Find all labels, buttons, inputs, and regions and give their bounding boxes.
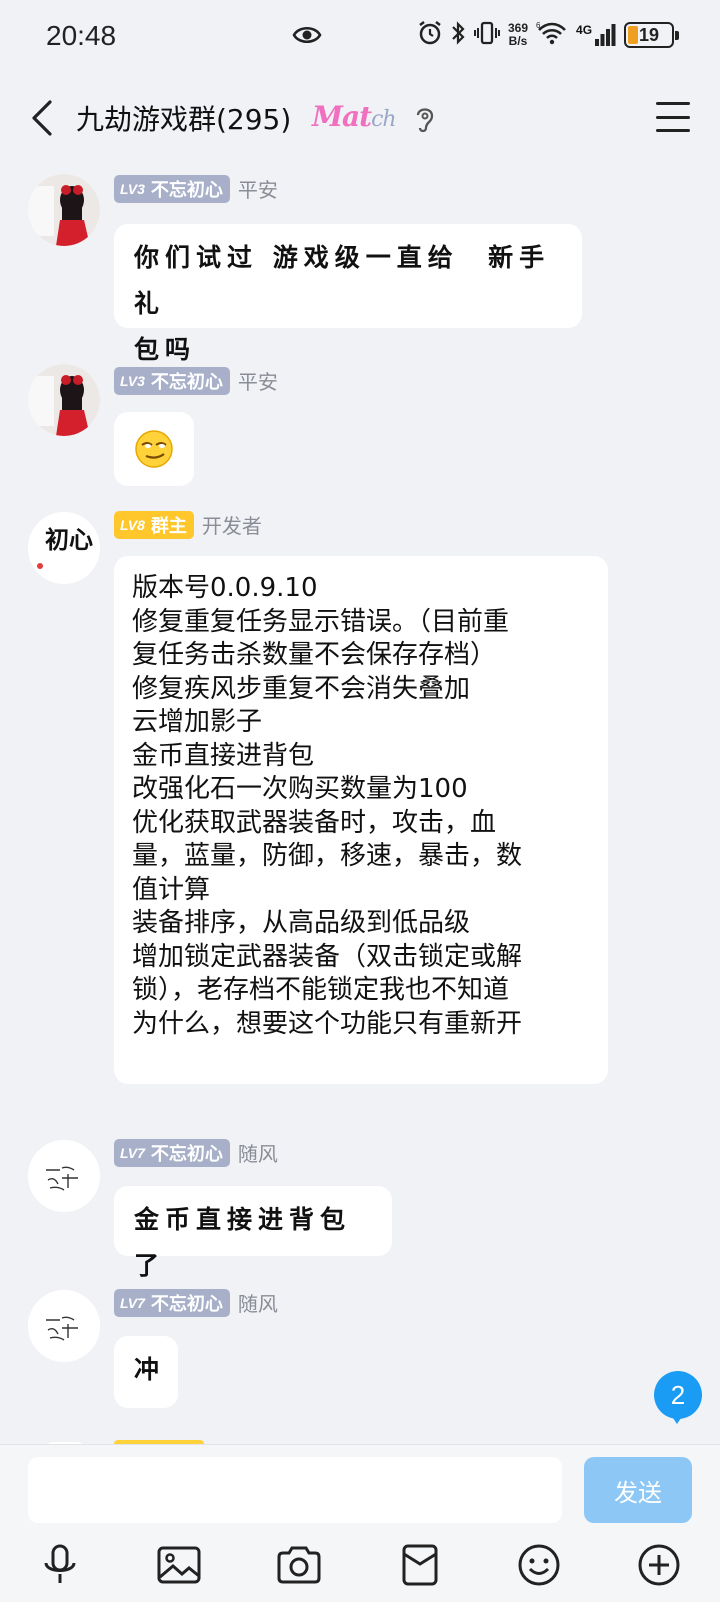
avatar[interactable] xyxy=(28,1290,100,1362)
member-title: 不忘初心 xyxy=(150,371,223,393)
emoji-icon xyxy=(518,1544,560,1586)
back-button[interactable] xyxy=(22,96,62,140)
menu-icon-line xyxy=(656,115,690,119)
member-title: 群主 xyxy=(150,515,187,537)
message-bubble[interactable]: 金币直接进背包了 xyxy=(114,1186,392,1280)
bluetooth-icon xyxy=(450,20,466,50)
status-bar: 20:48 369 B/s 6 4G 19 xyxy=(0,0,720,76)
match-logo: Match xyxy=(312,100,397,133)
red-packet-icon xyxy=(402,1544,438,1586)
plus-icon xyxy=(638,1544,680,1586)
sender-nickname: 随风 xyxy=(237,1142,278,1166)
sender-nickname: 开发者 xyxy=(201,514,262,538)
sender-line: LV3 不忘初心 平安 xyxy=(114,174,278,203)
menu-icon-line xyxy=(656,102,690,105)
level-badge: LV3 不忘初心 xyxy=(114,366,230,395)
sender-line: LV8 群主 开发者 xyxy=(114,510,262,539)
menu-icon-line xyxy=(656,129,690,132)
image-button[interactable] xyxy=(151,1537,207,1593)
level-text: LV7 xyxy=(120,1294,145,1311)
status-time: 20:48 xyxy=(46,20,117,51)
chat-title[interactable]: 九劫游戏群(295) xyxy=(76,98,291,138)
battery-level: 19 xyxy=(639,24,660,45)
camera-icon xyxy=(277,1546,321,1584)
emoji-button[interactable] xyxy=(511,1537,567,1593)
chat-header: 九劫游戏群(295) Match xyxy=(0,76,720,162)
level-text: LV3 xyxy=(120,180,145,197)
avatar[interactable]: 初心 xyxy=(28,512,100,584)
voice-button[interactable] xyxy=(32,1537,88,1593)
vibrate-icon xyxy=(474,20,500,50)
sender-line: LV3 不忘初心 平安 xyxy=(114,366,278,395)
level-text: LV8 xyxy=(120,516,145,533)
more-button[interactable] xyxy=(631,1537,687,1593)
message-item: LV7 不忘初心 随风 冲 xyxy=(0,1280,720,1410)
ear-icon[interactable] xyxy=(414,104,436,138)
member-title: 不忘初心 xyxy=(150,1143,223,1165)
unread-count-badge[interactable]: 2 xyxy=(654,1371,702,1419)
level-badge: LV7 不忘初心 xyxy=(114,1288,230,1317)
signal-icon: 4G xyxy=(576,23,616,47)
message-input[interactable] xyxy=(28,1457,562,1523)
message-bubble[interactable]: 你们试过 游戏级一直给 新手礼 包吗 xyxy=(114,224,582,364)
level-badge: LV3 不忘初心 xyxy=(114,174,230,203)
message-bubble[interactable]: 版本号0.0.9.10 修复重复任务显示错误。（目前重 复任务击杀数量不会保存存… xyxy=(114,556,608,1084)
message-bubble[interactable] xyxy=(114,412,194,486)
back-icon xyxy=(32,100,52,136)
avatar-text: 初心 xyxy=(45,525,93,554)
avatar[interactable] xyxy=(28,1140,100,1212)
status-icons: 369 B/s 6 4G 19 xyxy=(418,20,680,50)
menu-button[interactable] xyxy=(656,102,690,132)
net-speed-unit: B/s xyxy=(508,34,528,48)
avatar[interactable] xyxy=(28,364,100,436)
sender-line: LV7 不忘初心 随风 xyxy=(114,1138,278,1167)
smirk-emoji-icon xyxy=(135,430,173,468)
message-item: 初心 LV8 群主 开发者 版本号0.0.9.10 修复重复任务显示错误。（目前重… xyxy=(0,504,720,1124)
red-packet-button[interactable] xyxy=(392,1537,448,1593)
send-button[interactable]: 发送 xyxy=(584,1457,692,1523)
avatar[interactable] xyxy=(28,174,100,246)
sender-nickname: 平安 xyxy=(237,178,278,202)
level-text: LV7 xyxy=(120,1144,145,1161)
level-text: LV3 xyxy=(120,372,145,389)
sender-line: LV7 不忘初心 随风 xyxy=(114,1288,278,1317)
message-bubble[interactable]: 冲 xyxy=(114,1336,178,1408)
match-logo-lite: ch xyxy=(371,107,396,132)
input-toolbar xyxy=(0,1537,720,1599)
message-item: LV7 不忘初心 随风 金币直接进背包了 xyxy=(0,1130,720,1280)
eye-icon xyxy=(292,22,322,52)
message-item: LV3 不忘初心 平安 xyxy=(0,352,720,492)
svg-text:6: 6 xyxy=(536,21,541,30)
alarm-icon xyxy=(418,20,442,50)
owner-badge: LV8 群主 xyxy=(114,510,194,539)
member-title: 不忘初心 xyxy=(150,179,223,201)
level-badge: LV7 不忘初心 xyxy=(114,1138,230,1167)
microphone-icon xyxy=(44,1544,76,1583)
match-logo-main: Mat xyxy=(312,100,372,133)
image-icon xyxy=(157,1546,201,1584)
battery-icon: 19 xyxy=(624,22,680,48)
network-type: 4G xyxy=(576,23,593,37)
wifi-icon: 6 xyxy=(536,20,568,50)
message-item: LV3 不忘初心 平安 你们试过 游戏级一直给 新手礼 包吗 xyxy=(0,162,720,364)
sender-nickname: 平安 xyxy=(237,370,278,394)
input-area: 发送 xyxy=(0,1444,720,1602)
net-speed: 369 B/s xyxy=(508,22,528,48)
member-title: 不忘初心 xyxy=(150,1293,223,1315)
sender-nickname: 随风 xyxy=(237,1292,278,1316)
camera-button[interactable] xyxy=(271,1537,327,1593)
